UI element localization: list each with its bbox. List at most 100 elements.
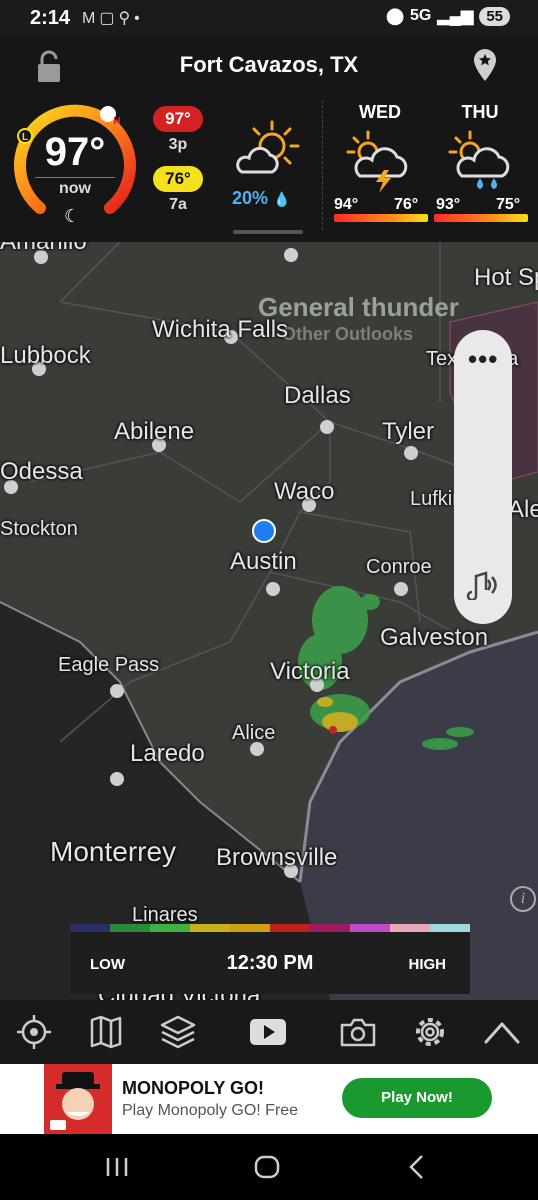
city-galveston: Galveston xyxy=(380,624,489,651)
city-eagle-pass: Eagle Pass xyxy=(58,654,160,676)
weather-header: Fort Cavazos, TX L H 97° now ☾ 97° 3p 76… xyxy=(0,36,538,242)
info-icon[interactable]: i xyxy=(510,886,536,912)
map-side-panel: ••• xyxy=(454,330,512,624)
legend-swatch xyxy=(110,924,150,932)
city-brownsville: Brownsville xyxy=(216,844,338,871)
city-abilene: Abilene xyxy=(114,418,195,445)
legend-swatch xyxy=(390,924,430,932)
city-dot xyxy=(266,582,280,596)
dot-icon: • xyxy=(134,10,144,27)
gauge-divider xyxy=(35,177,115,178)
legend-color-bar xyxy=(70,924,470,932)
high-temp-badge: 97° xyxy=(153,106,203,132)
mail-icon: M xyxy=(82,10,100,27)
audio-icon[interactable] xyxy=(466,570,500,605)
settings-icon[interactable] xyxy=(410,1014,450,1050)
legend-swatch xyxy=(190,924,230,932)
city-ale: Ale xyxy=(508,496,538,523)
current-label: now xyxy=(59,180,91,197)
city-dot xyxy=(394,582,408,596)
ad-play-button[interactable]: Play Now! xyxy=(342,1078,492,1118)
location-icon: ⬤ xyxy=(386,8,405,25)
raindrops-icon: 💧 xyxy=(273,191,291,207)
city-dallas: Dallas xyxy=(284,382,351,409)
copy-icon: ▢ xyxy=(99,10,119,27)
header-divider xyxy=(322,100,323,230)
notification-icons: M▢⚲• xyxy=(82,8,144,28)
drawer-handle[interactable] xyxy=(233,230,303,234)
city-victoria: Victoria xyxy=(270,658,350,685)
current-temperature: 97° xyxy=(44,130,106,174)
city-hot-springs: Hot Sp xyxy=(474,264,538,291)
outlook-subtitle: Other Outlooks xyxy=(282,324,414,344)
rain-icon xyxy=(448,130,510,190)
location-pin-icon[interactable] xyxy=(472,48,498,87)
city-dot xyxy=(320,420,334,434)
gauge-high-marker: H xyxy=(113,116,120,127)
system-nav-bar xyxy=(0,1134,538,1200)
city-odessa: Odessa xyxy=(0,458,83,485)
city-lubbock: Lubbock xyxy=(0,342,91,369)
ad-subtitle: Play Monopoly GO! Free xyxy=(122,1102,299,1119)
map-toolbar xyxy=(0,1000,538,1064)
location-title[interactable]: Fort Cavazos, TX xyxy=(0,52,538,78)
city-waco: Waco xyxy=(274,478,335,505)
outlook-title: General thunder xyxy=(258,292,459,322)
forecast-day-thu[interactable]: THU xyxy=(430,102,530,123)
city-austin: Austin xyxy=(230,548,297,575)
back-icon[interactable] xyxy=(402,1152,432,1182)
legend-swatch xyxy=(150,924,190,932)
city-dot xyxy=(110,684,124,698)
wed-low: 76° xyxy=(394,196,419,213)
wed-temp-bar xyxy=(334,214,428,222)
ad-banner[interactable]: MONOPOLY GO! Play Monopoly GO! Free Play… xyxy=(0,1064,538,1134)
legend-swatch xyxy=(270,924,310,932)
city-monterrey: Monterrey xyxy=(50,836,177,867)
low-temp-time: 7a xyxy=(169,196,187,213)
moon-icon: ☾ xyxy=(64,206,81,226)
network-label: 5G xyxy=(410,7,432,24)
play-icon[interactable] xyxy=(248,1014,288,1050)
partly-cloudy-icon xyxy=(236,120,300,174)
thu-high: 93° xyxy=(436,196,461,213)
city-alice: Alice xyxy=(232,722,276,744)
expand-up-icon[interactable] xyxy=(482,1014,522,1050)
legend-swatch xyxy=(430,924,470,932)
status-bar: 2:14 M▢⚲• ⬤ 5G ▂▄▆ 55 xyxy=(0,0,538,36)
thu-temp-bar xyxy=(434,214,528,222)
home-icon[interactable] xyxy=(252,1152,282,1182)
precip-value: 20% xyxy=(232,188,269,208)
precip-chance: 20% 💧 xyxy=(232,188,290,209)
legend-swatch xyxy=(350,924,390,932)
city-conroe: Conroe xyxy=(366,556,432,578)
locate-icon[interactable] xyxy=(14,1014,54,1050)
current-location-marker xyxy=(252,519,276,543)
city-dot xyxy=(404,446,418,460)
city-laredo: Laredo xyxy=(130,740,205,767)
low-temp-badge: 76° xyxy=(153,166,203,192)
ad-title: MONOPOLY GO! xyxy=(122,1078,265,1098)
city-amarillo: Amarillo xyxy=(0,242,87,256)
ad-thumbnail[interactable] xyxy=(44,1064,112,1134)
legend-swatch xyxy=(230,924,270,932)
status-right: ⬤ 5G ▂▄▆ 55 xyxy=(386,6,510,26)
search-icon: ⚲ xyxy=(118,10,135,27)
city-tyler: Tyler xyxy=(382,418,435,445)
radar-legend[interactable]: LOW 12:30 PM HIGH xyxy=(70,924,470,994)
city-wichita-falls: Wichita Falls xyxy=(152,316,289,343)
thu-low: 75° xyxy=(496,196,521,213)
legend-high-label: HIGH xyxy=(408,956,447,973)
radar-map[interactable]: General thunder Other Outlooks Amarillo … xyxy=(0,242,538,1000)
more-options-icon[interactable]: ••• xyxy=(468,344,498,375)
battery-badge: 55 xyxy=(479,6,510,26)
forecast-day-wed[interactable]: WED xyxy=(330,102,430,123)
camera-icon[interactable] xyxy=(338,1014,378,1050)
recents-icon[interactable] xyxy=(102,1152,132,1182)
map-icon[interactable] xyxy=(86,1014,126,1050)
thunderstorm-icon xyxy=(346,130,408,193)
high-temp-time: 3p xyxy=(168,136,188,153)
signal-icon: ▂▄▆ xyxy=(437,8,474,25)
city-stockton: Stockton xyxy=(0,518,78,540)
status-time: 2:14 xyxy=(30,7,71,29)
layers-icon[interactable] xyxy=(158,1014,198,1050)
